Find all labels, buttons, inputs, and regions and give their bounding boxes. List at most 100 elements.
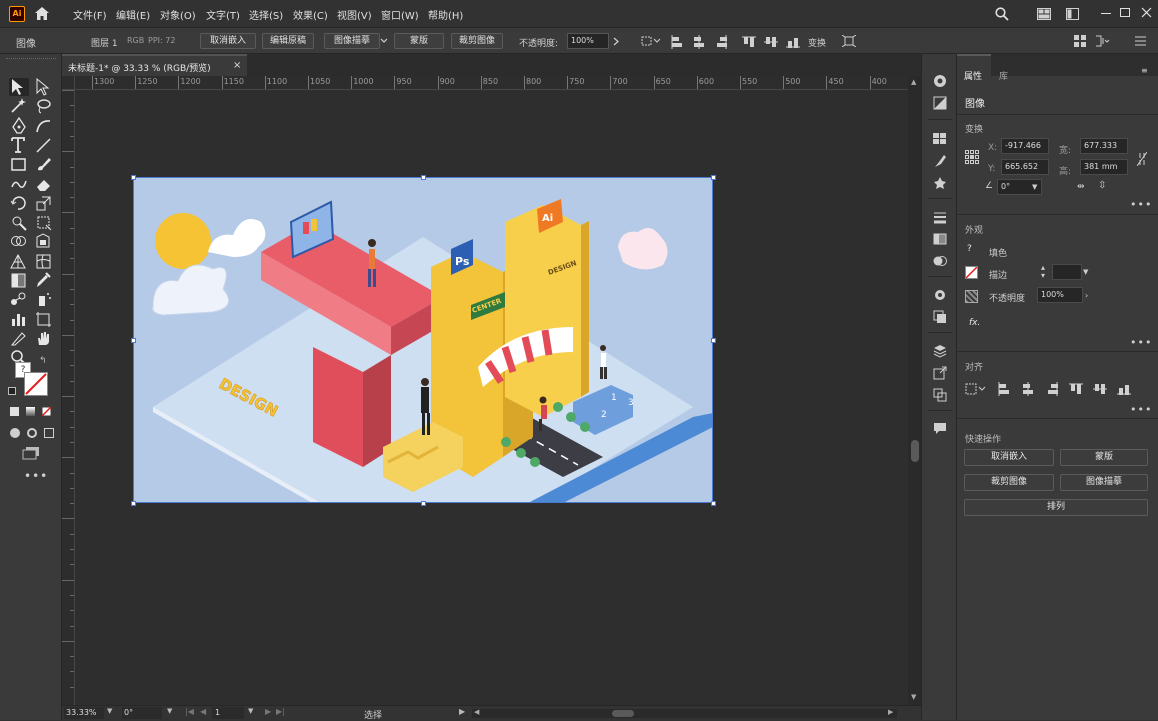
angle-dropdown-icon[interactable]: ▼ bbox=[1032, 183, 1037, 191]
opacity-input[interactable]: 100% bbox=[567, 33, 609, 49]
transform-link[interactable]: 变换 bbox=[808, 36, 826, 49]
rotate-tool-icon[interactable] bbox=[9, 194, 29, 212]
transparency-panel-icon[interactable] bbox=[933, 254, 947, 268]
app-logo[interactable]: Ai bbox=[9, 6, 25, 22]
toolbar-grip[interactable] bbox=[6, 58, 56, 64]
y-input[interactable]: 665.652 bbox=[1001, 159, 1049, 175]
comments-panel-icon[interactable] bbox=[933, 422, 947, 436]
zoom-field[interactable]: 33.33% bbox=[64, 707, 104, 719]
tab-library[interactable]: 库 bbox=[999, 69, 1008, 82]
menu-effect[interactable]: 效果(C) bbox=[293, 7, 328, 22]
rectangle-tool-icon[interactable] bbox=[9, 155, 29, 173]
screen-mode-icon[interactable] bbox=[22, 446, 40, 460]
align-more-icon[interactable]: ••• bbox=[1130, 403, 1152, 416]
stroke-color-icon[interactable] bbox=[965, 266, 978, 279]
opacity-icon[interactable] bbox=[965, 290, 978, 303]
panel-menu-icon[interactable] bbox=[1135, 36, 1146, 46]
opacity-input-panel[interactable]: 100% bbox=[1037, 287, 1083, 303]
align-left-icon[interactable] bbox=[670, 35, 684, 49]
paintbrush-tool-icon[interactable] bbox=[34, 155, 54, 173]
shape-builder-tool-icon[interactable] bbox=[9, 232, 29, 250]
qa-unembed-button[interactable]: 取消嵌入 bbox=[964, 449, 1054, 466]
first-artboard-icon[interactable]: |◀ bbox=[185, 707, 194, 716]
gradient-panel-icon[interactable] bbox=[933, 232, 947, 246]
scroll-up-icon[interactable]: ▲ bbox=[911, 78, 916, 86]
fill-icon[interactable]: ? bbox=[967, 244, 972, 254]
draw-inside-icon[interactable] bbox=[27, 428, 37, 438]
qa-crop-button[interactable]: 裁剪图像 bbox=[964, 474, 1054, 491]
mask-button[interactable]: 蒙版 bbox=[394, 33, 444, 49]
appearance-panel-icon[interactable] bbox=[933, 288, 947, 302]
h-scroll-thumb[interactable] bbox=[612, 710, 634, 717]
search-icon[interactable] bbox=[995, 7, 1009, 21]
swatches-panel-icon[interactable] bbox=[933, 132, 947, 146]
symbols-panel-icon[interactable] bbox=[933, 176, 947, 190]
selection-handle[interactable] bbox=[711, 501, 716, 506]
menu-help[interactable]: 帮助(H) bbox=[428, 7, 463, 22]
align-horizontal-center-icon[interactable] bbox=[692, 35, 706, 49]
stroke-weight-input[interactable] bbox=[1052, 264, 1082, 280]
stroke-weight-dropdown-icon[interactable]: ▼ bbox=[1083, 268, 1088, 276]
brushes-panel-icon[interactable] bbox=[933, 154, 947, 168]
align-to-icon[interactable] bbox=[641, 35, 661, 47]
direct-selection-tool-icon[interactable] bbox=[34, 78, 54, 96]
flip-vertical-icon[interactable]: ⇳ bbox=[1098, 180, 1106, 191]
stroke-swatch-icon[interactable] bbox=[24, 372, 48, 396]
maximize-icon[interactable] bbox=[1120, 8, 1130, 17]
rotation-field[interactable]: 0° bbox=[122, 707, 162, 719]
scroll-left-icon[interactable]: ◀ bbox=[474, 708, 479, 716]
magic-wand-tool-icon[interactable] bbox=[9, 97, 29, 115]
type-tool-icon[interactable] bbox=[9, 136, 29, 154]
canvas-area[interactable]: Ps Ai CENTER DESIGN 1 2 3 DESIGN bbox=[75, 90, 908, 705]
horizontal-scrollbar[interactable]: ◀ ▶ bbox=[472, 708, 897, 718]
minimize-icon[interactable] bbox=[1101, 13, 1111, 14]
rotation-dropdown-icon[interactable]: ▼ bbox=[167, 707, 172, 715]
panel-align-vertical-center-icon[interactable] bbox=[1093, 382, 1107, 396]
next-artboard-icon[interactable]: ▶ bbox=[265, 707, 271, 716]
eyedropper-tool-icon[interactable] bbox=[34, 271, 54, 289]
stroke-weight-stepper-icon[interactable]: ▴ ▾ bbox=[1041, 264, 1045, 280]
qa-mask-button[interactable]: 蒙版 bbox=[1060, 449, 1148, 466]
slice-tool-icon[interactable] bbox=[9, 329, 29, 347]
align-right-icon[interactable] bbox=[714, 35, 728, 49]
draw-mode-icon[interactable] bbox=[10, 428, 20, 438]
menu-view[interactable]: 视图(V) bbox=[337, 7, 372, 22]
scroll-down-icon[interactable]: ▼ bbox=[911, 693, 916, 701]
horizontal-ruler[interactable]: 1300 1250 1200 1150 1100 1050 1000 950 900 850 800… bbox=[62, 76, 908, 90]
selection-handle[interactable] bbox=[131, 501, 136, 506]
reference-point-icon[interactable] bbox=[965, 150, 979, 164]
prev-artboard-icon[interactable]: ◀ bbox=[200, 707, 206, 716]
w-input[interactable]: 677.333 bbox=[1080, 138, 1128, 154]
flip-horizontal-icon[interactable]: ⇹ bbox=[1077, 182, 1085, 192]
x-input[interactable]: -917.466 bbox=[1001, 138, 1049, 154]
color-panel-icon[interactable] bbox=[933, 96, 947, 110]
arrange-panels-icon[interactable] bbox=[1074, 35, 1086, 47]
artboard-dropdown-icon[interactable]: ▼ bbox=[248, 707, 253, 715]
perspective-grid-tool-icon[interactable] bbox=[9, 252, 29, 270]
curvature-tool-icon[interactable] bbox=[34, 117, 54, 135]
free-transform-tool-icon[interactable] bbox=[34, 213, 54, 231]
gradient-tool-icon[interactable] bbox=[9, 271, 29, 289]
fx-button[interactable]: fx. bbox=[969, 318, 980, 328]
color-mode-icon[interactable] bbox=[10, 407, 19, 416]
edit-toolbar-icon[interactable]: ••• bbox=[24, 469, 48, 483]
h-input[interactable]: 381 mm bbox=[1080, 159, 1128, 175]
scale-tool-icon[interactable] bbox=[34, 194, 54, 212]
menu-object[interactable]: 对象(O) bbox=[160, 7, 196, 22]
zoom-dropdown-icon[interactable]: ▼ bbox=[107, 707, 112, 715]
selection-handle[interactable] bbox=[421, 175, 426, 180]
blend-tool-icon[interactable] bbox=[9, 290, 29, 308]
selection-handle[interactable] bbox=[421, 501, 426, 506]
pen-tool-icon[interactable] bbox=[9, 116, 29, 135]
ruler-corner[interactable] bbox=[62, 76, 75, 90]
tab-close-icon[interactable]: × bbox=[233, 60, 241, 71]
unembed-button[interactable]: 取消嵌入 bbox=[200, 33, 256, 49]
hand-tool-icon[interactable] bbox=[34, 329, 54, 347]
artboard-tool-icon[interactable] bbox=[34, 310, 54, 328]
export-panel-icon[interactable] bbox=[933, 366, 947, 380]
edit-original-button[interactable]: 编辑原稿 bbox=[262, 33, 314, 49]
layers-panel-icon[interactable] bbox=[933, 344, 947, 358]
lasso-tool-icon[interactable] bbox=[34, 97, 54, 115]
symbol-sprayer-tool-icon[interactable] bbox=[34, 290, 54, 308]
selection-handle[interactable] bbox=[711, 338, 716, 343]
